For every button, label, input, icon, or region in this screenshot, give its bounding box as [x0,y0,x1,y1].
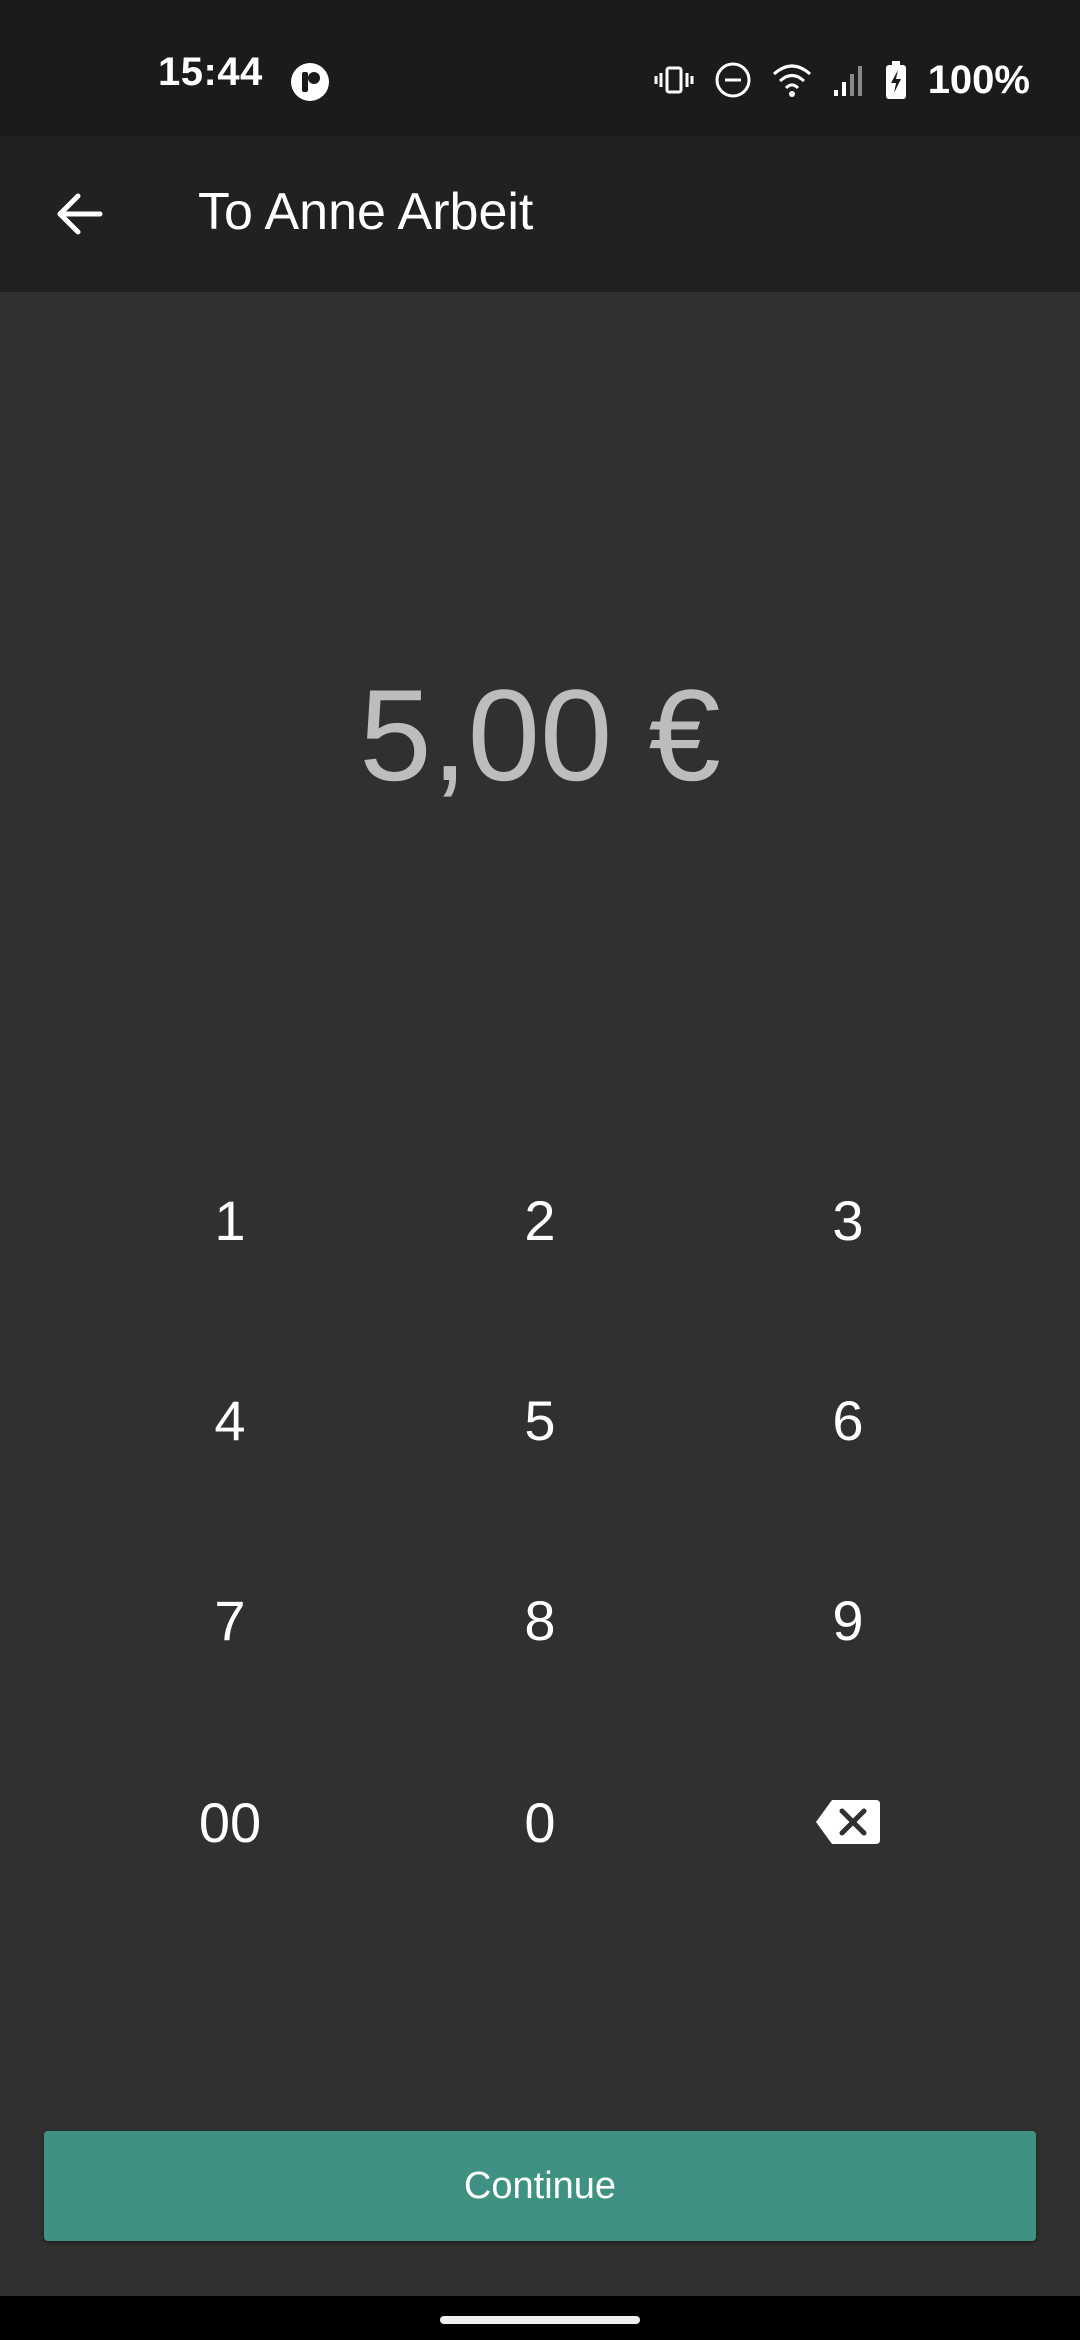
do-not-disturb-icon [714,61,752,99]
arrow-back-icon [57,193,103,235]
key-5[interactable]: 5 [430,1340,650,1500]
signal-icon [832,62,864,98]
key-4[interactable]: 4 [120,1340,340,1500]
wifi-icon [772,62,812,98]
key-9[interactable]: 9 [738,1540,958,1700]
key-6[interactable]: 6 [738,1340,958,1500]
status-time: 15:44 [158,50,263,94]
key-0[interactable]: 0 [430,1742,650,1902]
key-2[interactable]: 2 [430,1140,650,1300]
amount-display: 5,00 € [359,662,721,808]
backspace-button[interactable] [738,1742,958,1902]
key-1[interactable]: 1 [120,1140,340,1300]
page-title: To Anne Arbeit [198,183,534,241]
backspace-icon [816,1800,880,1844]
status-bar: 15:44 100% [0,0,1080,136]
status-icons: 100% [654,56,1030,104]
back-button[interactable] [40,174,120,254]
key-00[interactable]: 00 [120,1742,340,1902]
key-7[interactable]: 7 [120,1540,340,1700]
keypad: 1 2 3 4 5 6 7 8 9 00 0 [0,1140,1080,1940]
key-8[interactable]: 8 [430,1540,650,1700]
home-indicator[interactable] [440,2316,640,2324]
continue-button[interactable]: Continue [44,2131,1036,2241]
battery-charging-icon [884,60,908,100]
app-notification-icon [290,62,330,102]
app-bar: To Anne Arbeit [0,136,1080,292]
battery-percent: 100% [927,57,1030,102]
vibrate-icon [654,60,694,100]
key-3[interactable]: 3 [738,1140,958,1300]
